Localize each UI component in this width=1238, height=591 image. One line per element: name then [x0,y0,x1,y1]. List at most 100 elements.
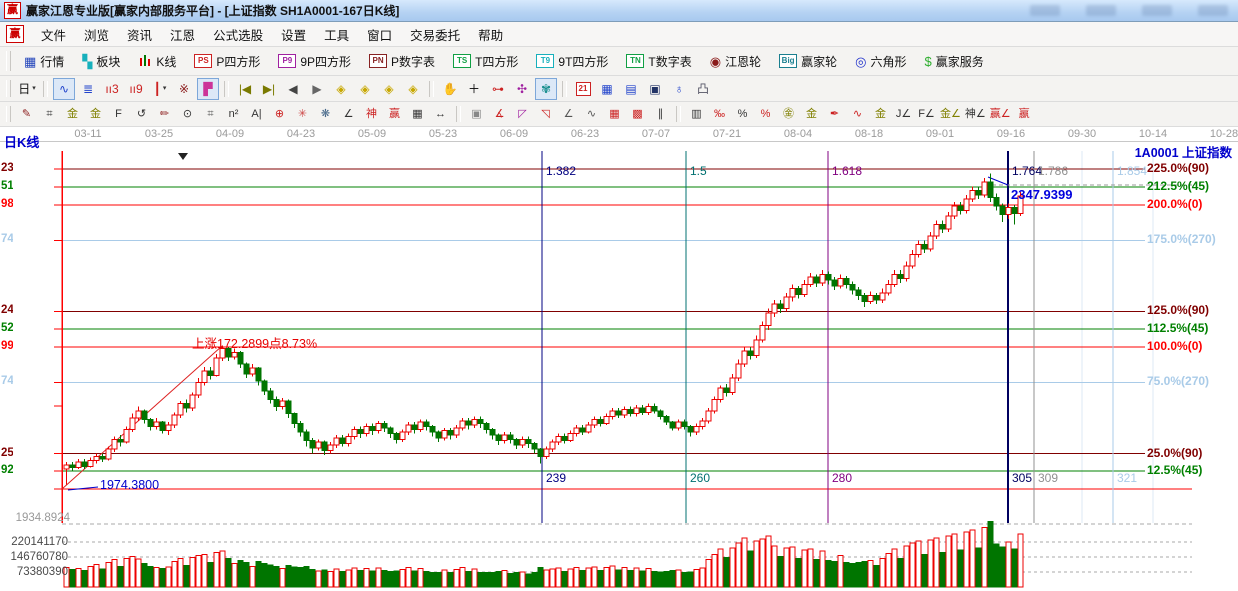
p-square-button[interactable]: PS P四方形 [185,50,269,73]
price-axis-partial-label: 25 [1,446,13,459]
text-tool-icon[interactable]: A| [246,104,267,124]
smart-analysis-icon[interactable]: ✾ [535,77,557,100]
bars9-icon[interactable]: ıı9 [125,78,147,100]
9t-square-button[interactable]: T9 9T四方形 [527,50,617,73]
angle-tool-icon[interactable]: ∠ [338,104,359,124]
quotes-button[interactable]: ▦ 行情 [15,50,73,73]
gold-angle-icon[interactable]: 金∠ [939,104,962,124]
notes-icon[interactable]: ▤ [620,78,642,100]
histogram-icon-glyph: ▛ [203,81,213,96]
gold-ruler2-icon[interactable]: 金 [85,104,106,124]
menu-item-工具[interactable]: 工具 [315,22,358,47]
p-number-button[interactable]: PN P数字表 [360,50,444,73]
winner-wheel-button[interactable]: Big 赢家轮 [770,50,846,73]
percent-line-icon[interactable]: % [755,104,776,124]
menu-item-公式选股[interactable]: 公式选股 [204,22,272,47]
prev-icon[interactable]: ◀ [282,78,304,100]
measure-width-icon[interactable]: ↔ [430,104,451,124]
bars3-icon[interactable]: ıı3 [101,78,123,100]
f-ruler-icon[interactable]: F [108,104,129,124]
percent-icon[interactable]: % [732,104,753,124]
ying-ruler-icon[interactable]: 赢 [384,104,405,124]
j-angle-icon[interactable]: J∠ [893,104,914,124]
a-wave-icon-glyph: ∿ [852,107,863,120]
candle-pen-icon[interactable]: ✒ [824,104,845,124]
menu-item-江恩[interactable]: 江恩 [161,22,204,47]
permille-icon[interactable]: ‰ [709,104,730,124]
t-square-icon: TS [453,54,472,68]
n2-ruler-icon[interactable]: n² [223,104,244,124]
measure-line-icon[interactable]: ⊶ [487,78,509,100]
comb-ruler-icon[interactable]: ⌗ [200,104,221,124]
ying-angle-icon[interactable]: 赢∠ [989,104,1012,124]
box-tool-icon[interactable]: ▣ [466,104,487,124]
period-day-dropdown[interactable]: 日 ▾ [16,78,38,100]
gold-circle-icon[interactable]: ㊎ [778,104,799,124]
drag-hand-icon[interactable]: ✋ [439,78,461,100]
calculator-icon[interactable]: ▦ [596,78,618,100]
menu-item-交易委托[interactable]: 交易委托 [401,22,469,47]
fan-lines-icon[interactable]: ∡ [489,104,510,124]
t-square-button[interactable]: TS T四方形 [444,50,527,73]
gold-box-icon[interactable]: 金 [870,104,891,124]
t-number-button[interactable]: TN T数字表 [617,50,700,73]
menu-item-文件[interactable]: 文件 [32,22,75,47]
pan-left-icon[interactable]: ◈ [330,78,352,100]
pan-right-icon[interactable]: ◈ [354,78,376,100]
ying2-angle-icon[interactable]: 嬴 [1014,104,1035,124]
menu-item-设置[interactable]: 设置 [272,22,315,47]
web-grid-icon[interactable]: ❋ [315,104,336,124]
chart-area[interactable]: 日K线 03-11 03-25 04-09 04-23 05-09 05-23 06-09 0… [0,127,1238,591]
histogram-icon[interactable]: ▛ [197,77,219,100]
target-icon[interactable]: ⊕ [269,104,290,124]
sectors-button[interactable]: ▚ 板块 [73,50,129,73]
menu-item-窗口[interactable]: 窗口 [358,22,401,47]
gann-shape-icon[interactable]: ✣ [511,78,533,100]
wave-tool-icon[interactable]: ∿ [581,104,602,124]
info-list-icon[interactable]: ≣ [77,78,99,100]
gann-wheel-button[interactable]: ◉ 江恩轮 [701,50,770,73]
fan-box2-icon[interactable]: ◹ [535,104,556,124]
spiral-icon[interactable]: ↺ [131,104,152,124]
chip-pattern-icon[interactable]: ※ [173,78,195,100]
zigzag-line-icon[interactable]: ∿ [53,77,75,100]
fan-box-icon[interactable]: ◸ [512,104,533,124]
radial-web-icon[interactable]: ✳ [292,104,313,124]
first-page-icon[interactable]: |◀ [234,78,256,100]
gann-pen-icon[interactable]: ✎ [16,104,37,124]
kline-chart-canvas[interactable] [0,141,1238,591]
gann-grid-icon[interactable]: ▦ [604,104,625,124]
gold-ruler-icon[interactable]: 金 [62,104,83,124]
a-wave-icon[interactable]: ∿ [847,104,868,124]
f-angle-icon[interactable]: F∠ [916,104,937,124]
angle-fan-icon[interactable]: ∠ [558,104,579,124]
zoom-in-icon[interactable]: ◈ [378,78,400,100]
next-icon[interactable]: ▶ [306,78,328,100]
level-bars-icon[interactable]: ▥ [686,104,707,124]
menu-item-浏览[interactable]: 浏览 [75,22,118,47]
ruler-icon[interactable]: ⌗ [39,104,60,124]
crosshair-icon[interactable]: ＋ [463,78,485,100]
calendar-icon[interactable]: 21 [572,78,594,100]
zoom-out-icon[interactable]: ◈ [402,78,424,100]
gold-lines-icon[interactable]: 金 [801,104,822,124]
network-icon[interactable]: ♁ [668,78,690,100]
save-icon[interactable]: ▣ [644,78,666,100]
9p-square-button[interactable]: P9 9P四方形 [269,50,360,73]
last-page-icon[interactable]: ▶| [258,78,280,100]
clock-ruler-icon[interactable]: ⊙ [177,104,198,124]
candle-style-dropdown[interactable]: ┃ ▾ [149,78,171,100]
menu-item-资讯[interactable]: 资讯 [118,22,161,47]
parallel-lines-icon[interactable]: ∥ [650,104,671,124]
menu-item-帮助[interactable]: 帮助 [469,22,512,47]
brush-ruler-icon[interactable]: ✏ [154,104,175,124]
grid-ruler-icon[interactable]: ▦ [407,104,428,124]
t-number-label: T数字表 [648,54,692,69]
winner-service-button[interactable]: $ 赢家服务 [916,50,993,73]
shen-ruler-icon[interactable]: 神 [361,104,382,124]
gann-grid2-icon[interactable]: ▩ [627,104,648,124]
print-icon[interactable]: 凸 [692,78,714,100]
kline-button[interactable]: K线 [129,50,185,73]
shen-angle-icon[interactable]: 神∠ [964,104,987,124]
hexagon-button[interactable]: ◎ 六角形 [846,50,915,73]
